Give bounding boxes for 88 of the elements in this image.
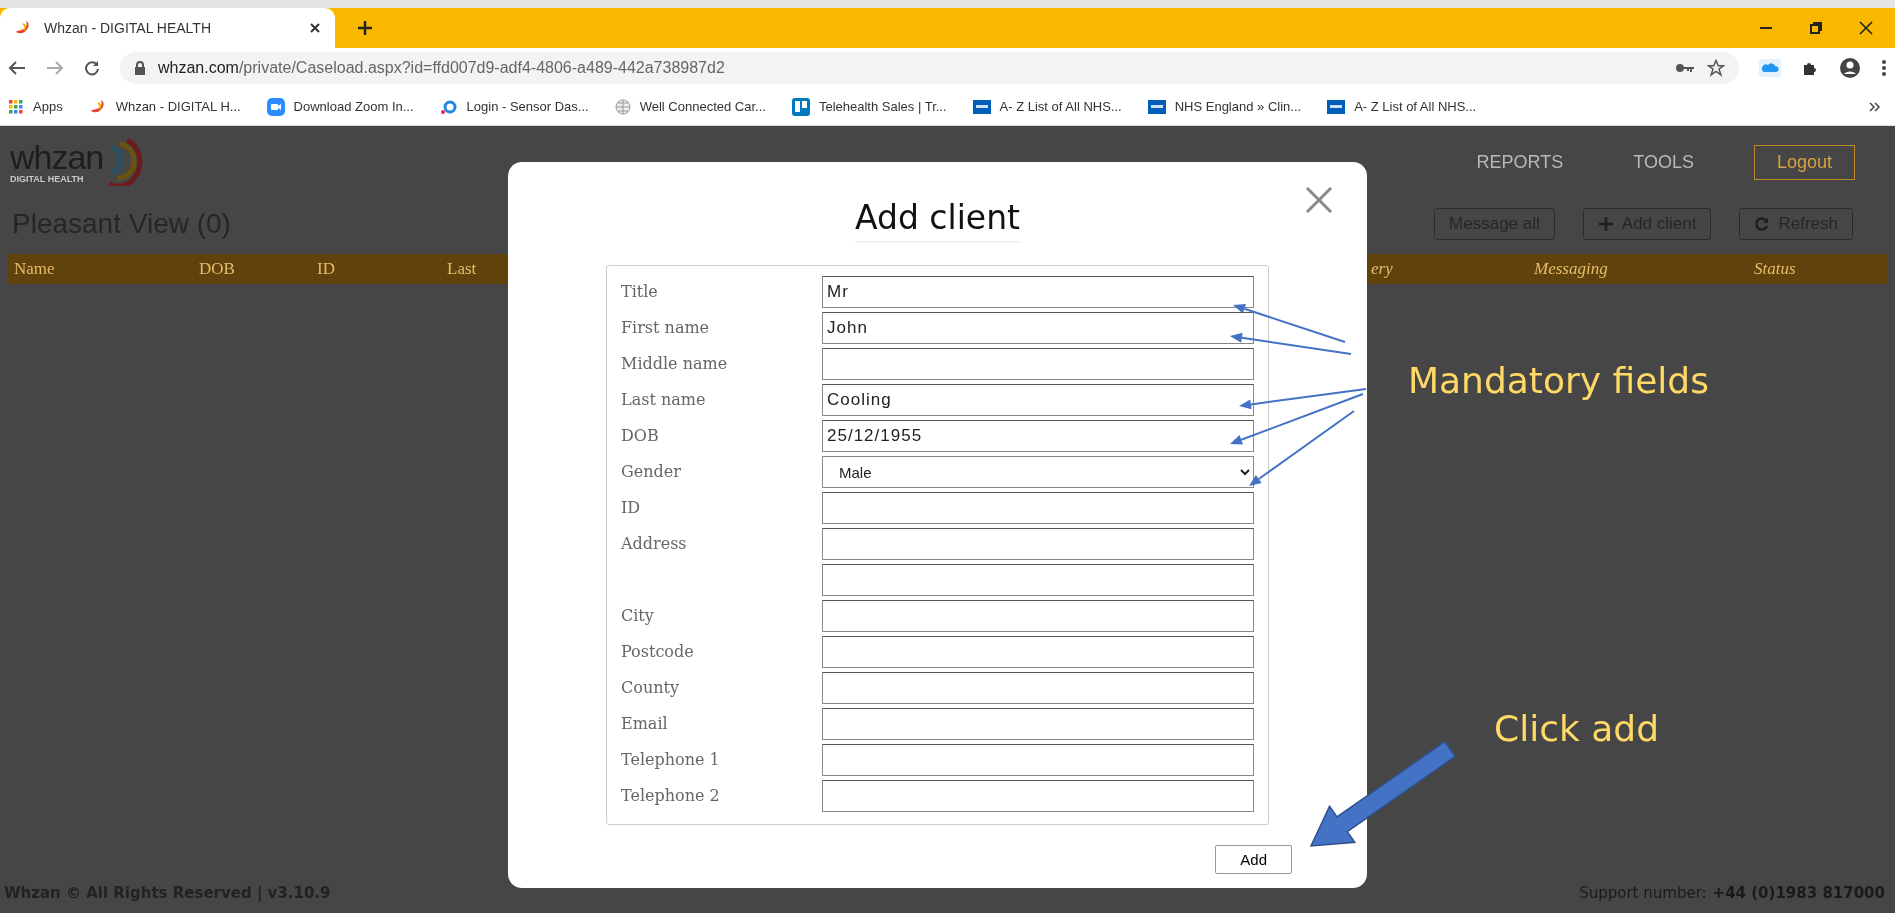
bookmark[interactable]: Whzan - DIGITAL H... <box>88 98 241 115</box>
bookmark[interactable]: Download Zoom In... <box>266 97 414 116</box>
address-bar[interactable]: whzan.com/private/Caseload.aspx?id=ffd007d9-adf4-4806-a489-442a738987d2 <box>120 52 1739 84</box>
field-label: DOB <box>621 425 660 445</box>
chevron-double-right-icon[interactable] <box>1869 101 1881 112</box>
field-label: County <box>621 677 680 697</box>
apps-grid-icon <box>8 98 24 115</box>
add-button[interactable]: Add <box>1215 845 1292 874</box>
logout-button[interactable]: Logout <box>1753 144 1855 180</box>
input-field[interactable] <box>822 564 1254 596</box>
select-field[interactable]: Male <box>822 456 1254 488</box>
field-label: Email <box>621 713 669 733</box>
square-logo-icon <box>972 99 991 114</box>
bookmark-label: Apps <box>33 99 63 114</box>
lock-icon <box>134 61 146 75</box>
input-field[interactable]: John <box>822 312 1254 344</box>
bookmark-label: Well Connected Car... <box>639 99 766 114</box>
input-field[interactable]: Mr <box>822 276 1254 308</box>
input-field[interactable] <box>822 348 1254 380</box>
back-arrow-icon[interactable] <box>8 60 26 76</box>
field-label: First name <box>621 317 711 337</box>
field-label: ID <box>621 497 642 517</box>
input-field[interactable] <box>822 492 1254 524</box>
bookmark[interactable]: A- Z List of All NHS... <box>972 99 1122 114</box>
close-icon[interactable] <box>309 22 321 34</box>
square-logo-icon <box>1327 99 1346 114</box>
plus-icon <box>1597 216 1614 232</box>
ring-icon <box>439 98 458 115</box>
restore-icon[interactable] <box>1809 21 1823 35</box>
field-label: Last name <box>621 389 707 409</box>
close-icon[interactable] <box>1859 21 1873 35</box>
input-field[interactable] <box>822 600 1254 632</box>
field-label: Title <box>621 281 659 301</box>
nav-link[interactable]: TOOLS <box>1633 151 1694 173</box>
nav-link[interactable]: REPORTS <box>1476 151 1564 173</box>
column-header[interactable]: ID <box>317 259 447 279</box>
bookmark-label: Whzan - DIGITAL H... <box>115 99 241 114</box>
column-header[interactable]: Messaging <box>1534 259 1754 279</box>
input-field[interactable]: Cooling <box>822 384 1254 416</box>
bookmark-label: A- Z List of All NHS... <box>999 99 1122 114</box>
account-icon[interactable] <box>1839 57 1861 79</box>
input-field[interactable] <box>822 708 1254 740</box>
swirl-logo-icon <box>14 20 32 36</box>
bookmark[interactable]: NHS England » Clin... <box>1147 99 1302 114</box>
field-label: Address <box>621 533 688 553</box>
more-vertical-icon[interactable] <box>1881 59 1887 77</box>
field-label: Postcode <box>621 641 695 661</box>
bookmark[interactable]: Apps <box>8 98 63 115</box>
column-header[interactable]: ery <box>1371 259 1534 279</box>
square-logo-icon <box>1147 99 1166 114</box>
logo-subtitle: DIGITAL HEALTH <box>10 174 85 184</box>
input-field[interactable] <box>822 780 1254 812</box>
bookmark-label: Download Zoom In... <box>293 99 414 114</box>
input-field[interactable] <box>822 636 1254 668</box>
input-field[interactable] <box>822 672 1254 704</box>
column-header[interactable]: Status <box>1754 259 1895 279</box>
field-label: City <box>621 605 655 625</box>
bookmark-label: NHS England » Clin... <box>1174 99 1302 114</box>
cloud-icon[interactable] <box>1759 59 1781 77</box>
browser-tab[interactable]: Whzan - DIGITAL HEALTH <box>0 8 335 48</box>
field-label: Gender <box>621 461 682 481</box>
bookmark[interactable]: Login - Sensor Das... <box>439 98 589 115</box>
bookmark-label: A- Z List of All NHS... <box>1354 99 1477 114</box>
bookmark[interactable]: Telehealth Sales | Tr... <box>791 97 947 116</box>
annotation-text: Click add <box>1494 708 1659 749</box>
bookmark-label: Telehealth Sales | Tr... <box>818 99 947 114</box>
star-icon[interactable] <box>1707 59 1725 77</box>
bookmark[interactable]: Well Connected Car... <box>614 98 766 115</box>
reload-icon[interactable] <box>84 60 100 76</box>
field-label: Middle name <box>621 353 729 373</box>
field-label: Telephone 2 <box>621 785 721 805</box>
globe-icon <box>614 98 631 115</box>
bookmark-label: Login - Sensor Das... <box>466 99 589 114</box>
column-header[interactable]: Name <box>8 259 199 279</box>
column-header[interactable]: DOB <box>199 259 317 279</box>
refresh-icon <box>1754 216 1771 232</box>
field-label: Telephone 1 <box>621 749 721 769</box>
bookmark[interactable]: A- Z List of All NHS... <box>1327 99 1477 114</box>
annotation-text: Mandatory fields <box>1408 360 1709 401</box>
input-field[interactable] <box>822 744 1254 776</box>
url-text: whzan.com/private/Caseload.aspx?id=ffd007d9-adf4-4806-a489-442a738987d2 <box>158 59 726 77</box>
video-camera-icon <box>266 97 285 116</box>
dialog-title: Add client <box>855 198 1020 243</box>
key-icon <box>1675 62 1695 74</box>
tab-title: Whzan - DIGITAL HEALTH <box>44 20 212 36</box>
input-field[interactable] <box>822 528 1254 560</box>
input-field[interactable]: 25/12/1955 <box>822 420 1254 452</box>
board-icon <box>791 97 810 116</box>
